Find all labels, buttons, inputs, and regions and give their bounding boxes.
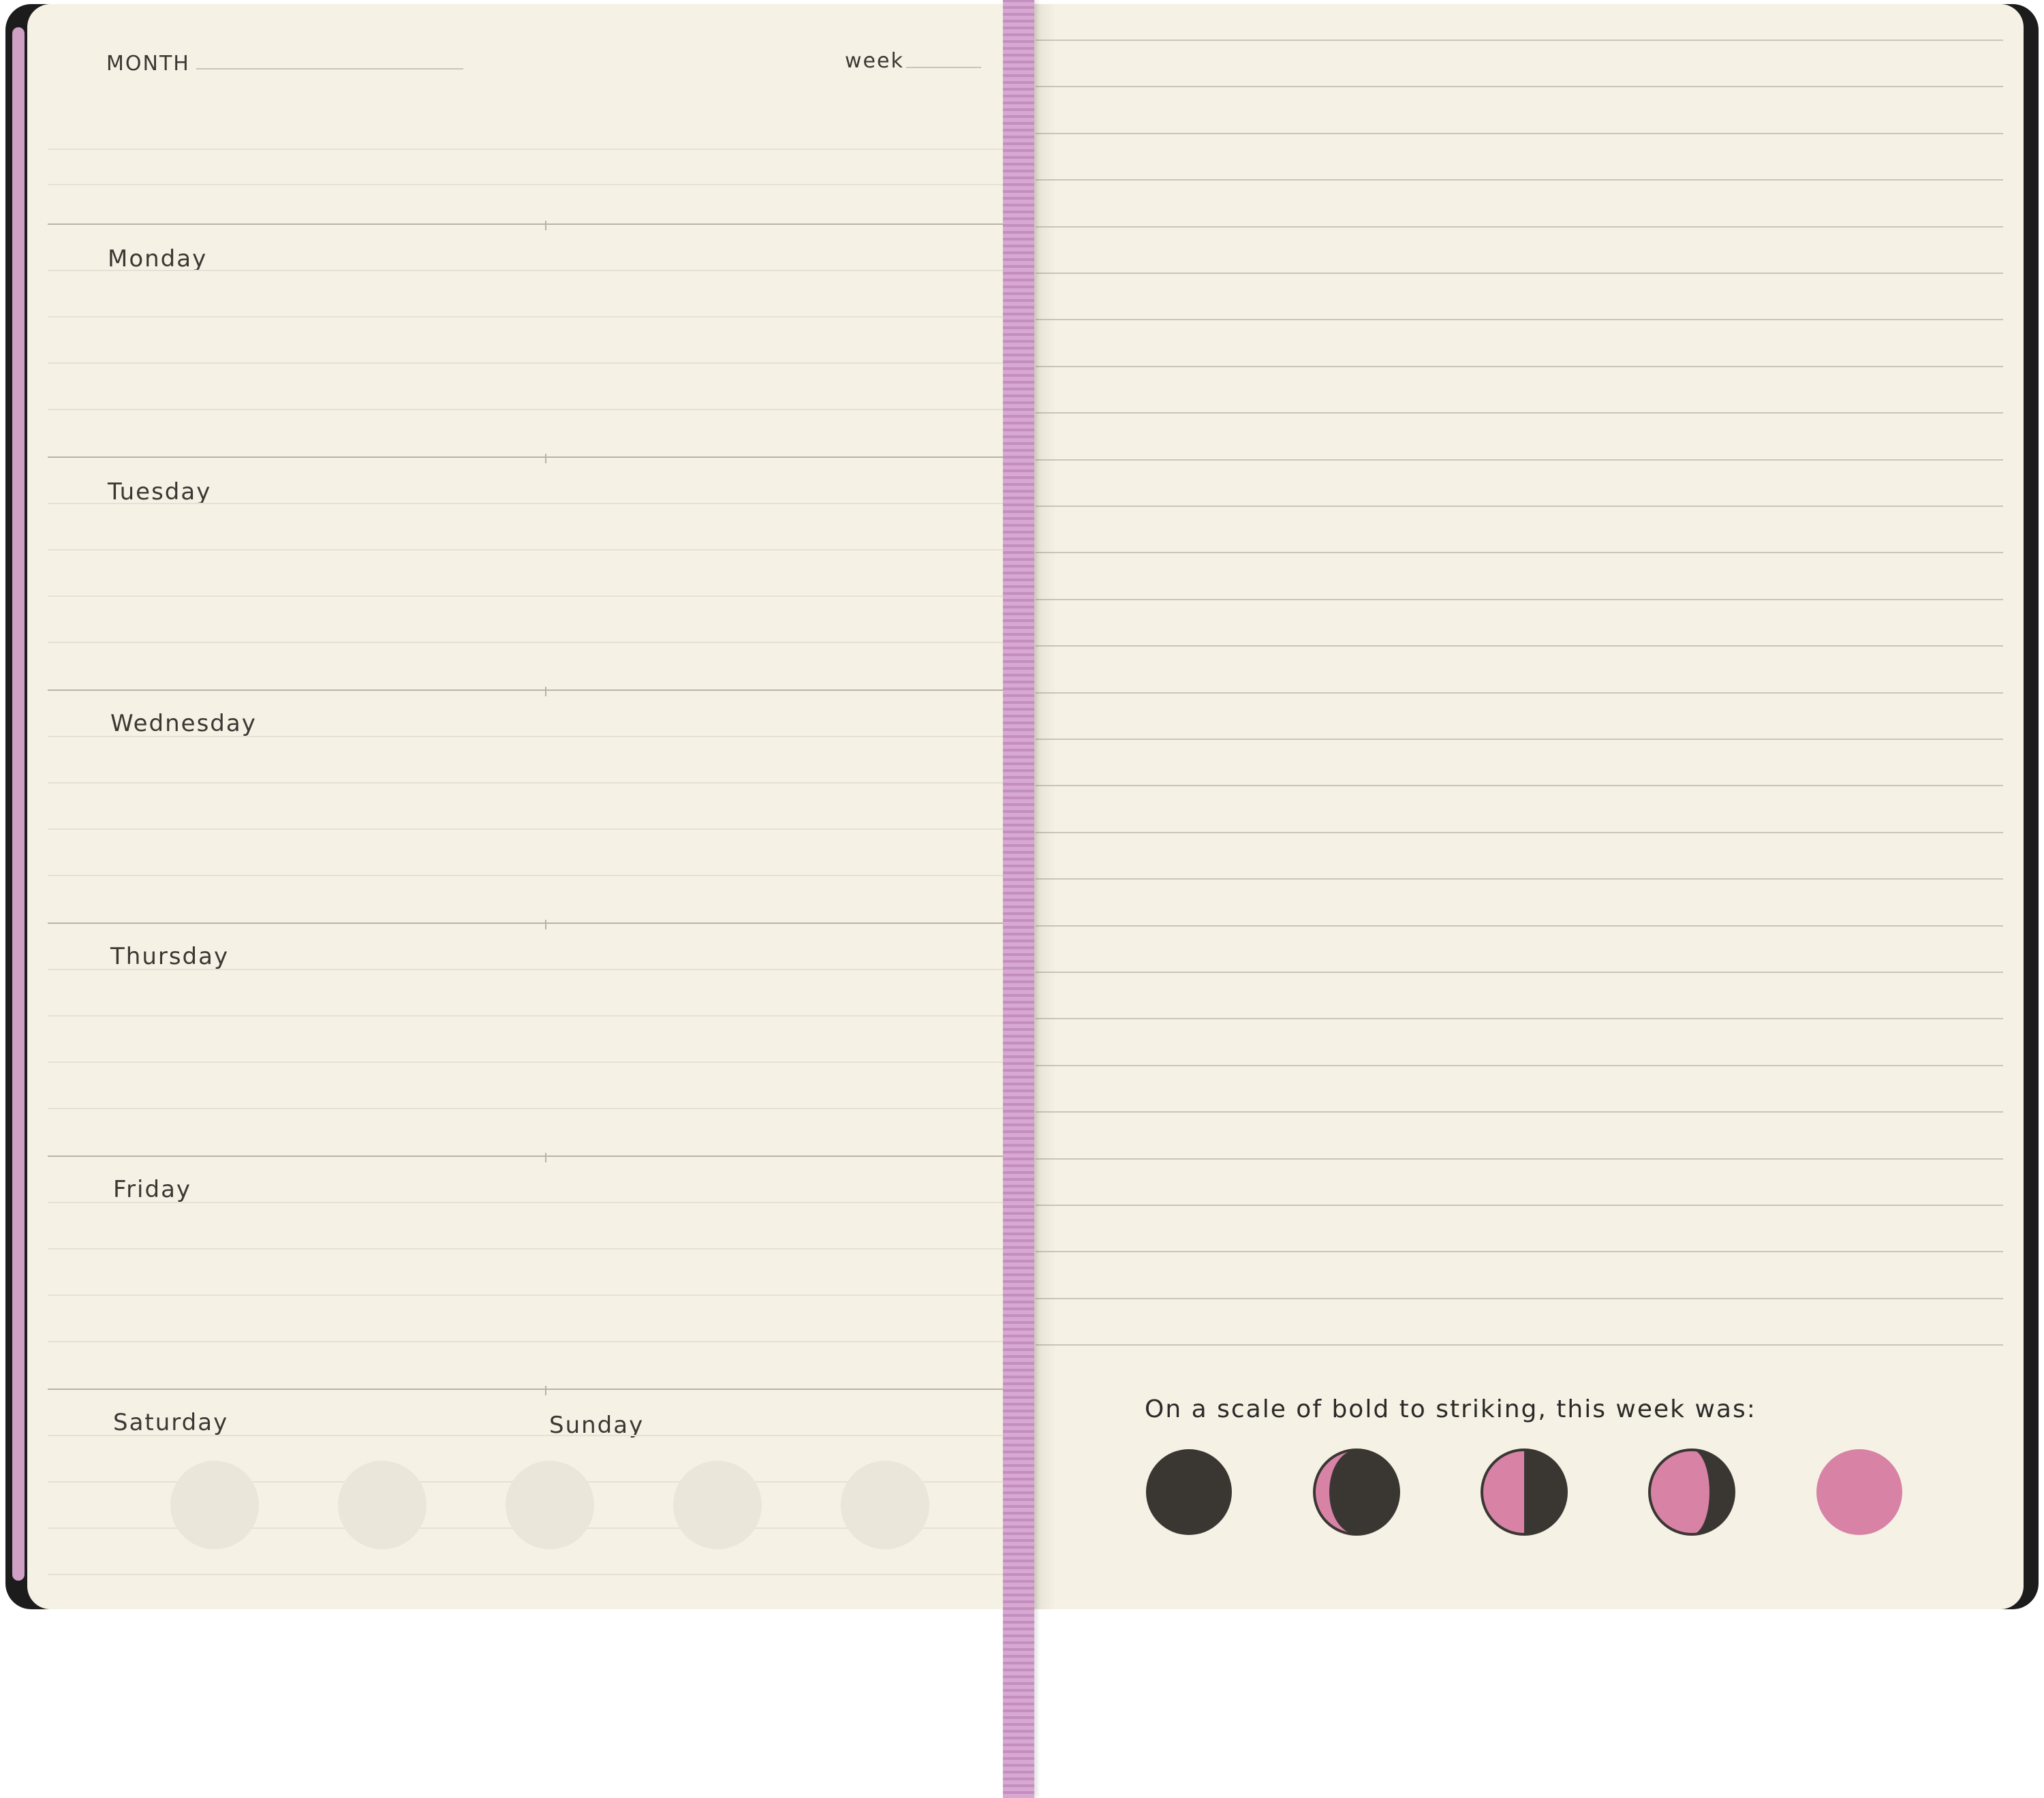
month-label: MONTH: [106, 52, 190, 76]
writing-line: [48, 1435, 1029, 1436]
day-divider-tick: [545, 920, 546, 929]
waxing-gibbous-icon: [1648, 1448, 1735, 1536]
day-label-friday: Friday: [113, 1176, 192, 1203]
writing-line: [48, 316, 1029, 317]
day-label-thursday: Thursday: [110, 943, 230, 970]
writing-line: [48, 270, 1029, 271]
show-through-circle: [170, 1461, 259, 1549]
day-divider-tick: [545, 687, 546, 696]
show-through-circle: [338, 1461, 427, 1549]
writing-line: [48, 1248, 1029, 1250]
writing-line: [48, 875, 1029, 876]
day-label-wednesday: Wednesday: [110, 710, 257, 737]
writing-line: [48, 1061, 1029, 1063]
writing-line: [48, 1295, 1029, 1296]
month-line: [196, 68, 463, 69]
scale-prompt: On a scale of bold to striking, this wee…: [1145, 1395, 1756, 1423]
day-divider-line: [48, 689, 1029, 691]
day-divider-tick: [545, 1386, 546, 1395]
writing-line: [1036, 1344, 2003, 1346]
writing-line: [1036, 1298, 2003, 1299]
week-line: [906, 67, 981, 68]
writing-line: [48, 184, 1029, 185]
right-page: [1027, 4, 2024, 1609]
writing-line: [1036, 552, 2003, 553]
writing-line: [1036, 412, 2003, 414]
writing-line: [1036, 1065, 2003, 1066]
waxing-crescent-icon: [1313, 1448, 1400, 1536]
writing-line: [1036, 179, 2003, 181]
writing-line: [1036, 645, 2003, 647]
writing-line: [48, 1202, 1029, 1203]
writing-line: [48, 1108, 1029, 1109]
day-divider-tick: [545, 454, 546, 463]
day-divider-line: [48, 923, 1029, 924]
writing-line: [1036, 506, 2003, 507]
week-label: week: [845, 49, 904, 73]
show-through-circle: [506, 1461, 594, 1549]
writing-line: [48, 828, 1029, 830]
writing-line: [1036, 40, 2003, 41]
writing-line: [48, 595, 1029, 597]
writing-line: [1036, 1251, 2003, 1252]
writing-line: [1036, 226, 2003, 228]
writing-line: [48, 409, 1029, 410]
day-label-saturday: Saturday: [113, 1409, 229, 1436]
day-divider-tick: [545, 1153, 546, 1162]
writing-line: [48, 969, 1029, 970]
show-through-circle: [673, 1461, 762, 1549]
day-divider-line: [48, 456, 1029, 458]
writing-line: [1036, 86, 2003, 87]
writing-line: [1036, 972, 2003, 973]
writing-line: [48, 782, 1029, 784]
writing-line: [1036, 925, 2003, 927]
writing-line: [48, 149, 1029, 150]
day-label-monday: Monday: [108, 245, 208, 273]
writing-line: [1036, 785, 2003, 786]
writing-line: [48, 1341, 1029, 1342]
writing-line: [1036, 273, 2003, 274]
writing-line: [1036, 739, 2003, 740]
writing-line: [1036, 319, 2003, 320]
writing-line: [1036, 1111, 2003, 1113]
writing-line: [48, 503, 1029, 504]
full-moon-icon: [1816, 1449, 1902, 1535]
show-through-circle: [841, 1461, 929, 1549]
writing-line: [1036, 832, 2003, 833]
writing-line: [48, 642, 1029, 643]
day-divider-line: [48, 1389, 1029, 1390]
day-divider-line: [48, 1156, 1029, 1157]
day-divider-tick: [545, 221, 546, 230]
writing-line: [1036, 133, 2003, 134]
day-label-tuesday: Tuesday: [108, 478, 212, 506]
writing-line: [1036, 599, 2003, 600]
writing-line: [48, 549, 1029, 551]
writing-line: [1036, 1205, 2003, 1206]
writing-line: [1036, 692, 2003, 694]
new-moon-icon: [1146, 1449, 1232, 1535]
writing-line: [48, 362, 1029, 364]
day-divider-line: [48, 223, 1029, 225]
half-moon-icon: [1481, 1448, 1568, 1536]
writing-line: [1036, 1158, 2003, 1160]
writing-line: [1036, 878, 2003, 880]
writing-line: [1036, 459, 2003, 461]
writing-line: [48, 1574, 1029, 1575]
page-edge: [12, 27, 25, 1581]
writing-line: [1036, 366, 2003, 367]
left-page: MONTH week Monday Tuesday Wednesday Thur…: [27, 4, 1044, 1609]
writing-line: [48, 736, 1029, 737]
writing-line: [48, 1015, 1029, 1017]
bookmark-ribbon[interactable]: [1003, 0, 1034, 1798]
writing-line: [1036, 1018, 2003, 1019]
